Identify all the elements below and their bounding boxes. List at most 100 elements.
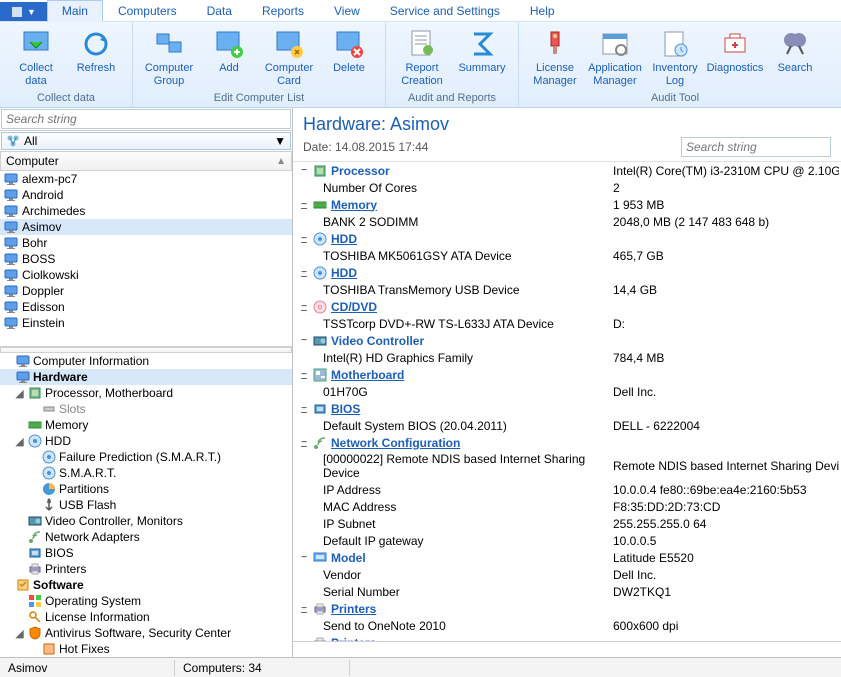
status-computer: Asimov — [0, 660, 175, 676]
computer-card-button[interactable]: Computer Card — [259, 26, 319, 90]
computer-row[interactable]: Archimedes — [0, 203, 292, 219]
category-tree[interactable]: Computer Information Hardware ◢Processor… — [0, 353, 292, 657]
detail-sub-row: TOSHIBA TransMemory USB Device14,4 GB — [293, 281, 841, 298]
computer-row[interactable]: Asimov — [0, 219, 292, 235]
tree-software[interactable]: Software — [0, 577, 292, 593]
detail-sub-row: Default IP gateway10.0.0.5 — [293, 532, 841, 549]
license-manager-button[interactable]: License Manager — [525, 26, 585, 90]
tree-computer-information[interactable]: Computer Information — [0, 353, 292, 369]
detail-sub-row: MAC AddressF8:35:DD:2D:73:CD — [293, 498, 841, 515]
summary-button[interactable]: Summary — [452, 26, 512, 77]
cpu-icon — [313, 164, 327, 178]
detail-header-row: −Video Controller — [293, 332, 841, 349]
tab-data[interactable]: Data — [192, 0, 247, 21]
computer-row[interactable]: Doppler — [0, 283, 292, 299]
computer-row[interactable]: Ciolkowski — [0, 267, 292, 283]
monitor-icon — [4, 188, 18, 202]
inventory-log-button[interactable]: Inventory Log — [645, 26, 705, 90]
monitor-icon — [16, 354, 30, 368]
slot-icon — [42, 402, 56, 416]
tab-help[interactable]: Help — [515, 0, 570, 21]
computer-row[interactable]: Android — [0, 187, 292, 203]
mb-icon — [313, 368, 327, 382]
application-manager-button[interactable]: Application Manager — [585, 26, 645, 90]
monitor-icon — [4, 300, 18, 314]
detail-sub-row: 01H70GDell Inc. — [293, 383, 841, 400]
search-button[interactable]: Search — [765, 26, 825, 77]
detail-sub-row: TSSTcorp DVD+-RW TS-L633J ATA DeviceD: — [293, 315, 841, 332]
group-label: Audit Tool — [651, 90, 699, 107]
detail-sub-row: Send to OneNote 2010600x600 dpi — [293, 617, 841, 634]
monitor-icon — [4, 316, 18, 330]
tree-smart[interactable]: S.M.A.R.T. — [0, 465, 292, 481]
computer-row[interactable]: BOSS — [0, 251, 292, 267]
key-icon — [28, 610, 42, 624]
file-tab[interactable]: ▼ — [0, 2, 47, 21]
tab-main[interactable]: Main — [47, 0, 103, 22]
tree-bios[interactable]: BIOS — [0, 545, 292, 561]
add-button[interactable]: Add — [199, 26, 259, 77]
detail-sub-row: Default System BIOS (20.04.2011)DELL - 6… — [293, 417, 841, 434]
filter-dropdown[interactable]: All ▼ — [1, 132, 291, 150]
detail-header-row[interactable]: −Motherboard — [293, 366, 841, 383]
refresh-button[interactable]: Refresh — [66, 26, 126, 77]
detail-header-row[interactable]: −Printers — [293, 634, 841, 641]
tree-usb-flash[interactable]: USB Flash — [0, 497, 292, 513]
diagnostics-button[interactable]: Diagnostics — [705, 26, 765, 77]
software-icon — [16, 578, 30, 592]
detail-header-row[interactable]: −HDD — [293, 264, 841, 281]
delete-button[interactable]: Delete — [319, 26, 379, 77]
tree-slots[interactable]: Slots — [0, 401, 292, 417]
memory-icon — [28, 418, 42, 432]
computer-row[interactable]: Einstein — [0, 315, 292, 331]
tree-partitions[interactable]: Partitions — [0, 481, 292, 497]
computer-group-button[interactable]: Computer Group — [139, 26, 199, 90]
horizontal-scrollbar[interactable] — [293, 641, 841, 657]
detail-header-row[interactable]: −Printers — [293, 600, 841, 617]
computer-column-header[interactable]: Computer▲ — [0, 151, 292, 171]
detail-header-row[interactable]: −HDD — [293, 230, 841, 247]
tree-os[interactable]: Operating System — [0, 593, 292, 609]
tree-processor-motherboard[interactable]: ◢Processor, Motherboard — [0, 385, 292, 401]
tree-hdd[interactable]: ◢HDD — [0, 433, 292, 449]
tree-printers[interactable]: Printers — [0, 561, 292, 577]
video-icon — [313, 334, 327, 348]
tab-computers[interactable]: Computers — [103, 0, 192, 21]
detail-header-row[interactable]: −BIOS — [293, 400, 841, 417]
hdd-icon — [42, 450, 56, 464]
net-icon — [28, 530, 42, 544]
detail-sub-row: BANK 2 SODIMM2048,0 MB (2 147 483 648 b) — [293, 213, 841, 230]
video-icon — [28, 514, 42, 528]
collect-data-button[interactable]: Collect data — [6, 26, 66, 90]
pie-icon — [42, 482, 56, 496]
printer-icon — [28, 562, 42, 576]
tab-service[interactable]: Service and Settings — [375, 0, 515, 21]
tree-antivirus[interactable]: ◢Antivirus Software, Security Center — [0, 625, 292, 641]
computer-row[interactable]: Edisson — [0, 299, 292, 315]
computer-row[interactable]: Bohr — [0, 235, 292, 251]
report-creation-button[interactable]: Report Creation — [392, 26, 452, 90]
tree-video[interactable]: Video Controller, Monitors — [0, 513, 292, 529]
hotfix-icon — [42, 642, 56, 656]
tree-network-adapters[interactable]: Network Adapters — [0, 529, 292, 545]
hdd-icon — [313, 232, 327, 246]
tree-license[interactable]: License Information — [0, 609, 292, 625]
right-search-input[interactable] — [681, 137, 831, 157]
tree-hardware[interactable]: Hardware — [0, 369, 292, 385]
detail-list[interactable]: −ProcessorIntel(R) Core(TM) i3-2310M CPU… — [293, 161, 841, 641]
tree-hotfixes[interactable]: Hot Fixes — [0, 641, 292, 657]
detail-header-row[interactable]: −Memory1 953 MB — [293, 196, 841, 213]
tab-view[interactable]: View — [319, 0, 375, 21]
detail-header-row[interactable]: −CD/DVD — [293, 298, 841, 315]
detail-header-row[interactable]: −Network Configuration — [293, 434, 841, 451]
tree-memory[interactable]: Memory — [0, 417, 292, 433]
left-panel: All ▼ Computer▲ alexm-pc7AndroidArchimed… — [0, 108, 293, 657]
computer-row[interactable]: alexm-pc7 — [0, 171, 292, 187]
mem-icon — [313, 198, 327, 212]
left-search-input[interactable] — [1, 109, 291, 129]
group-label: Collect data — [37, 90, 95, 107]
printer-icon — [313, 602, 327, 616]
computer-list[interactable]: alexm-pc7AndroidArchimedesAsimovBohrBOSS… — [0, 171, 292, 347]
tab-reports[interactable]: Reports — [247, 0, 319, 21]
tree-smart-prediction[interactable]: Failure Prediction (S.M.A.R.T.) — [0, 449, 292, 465]
